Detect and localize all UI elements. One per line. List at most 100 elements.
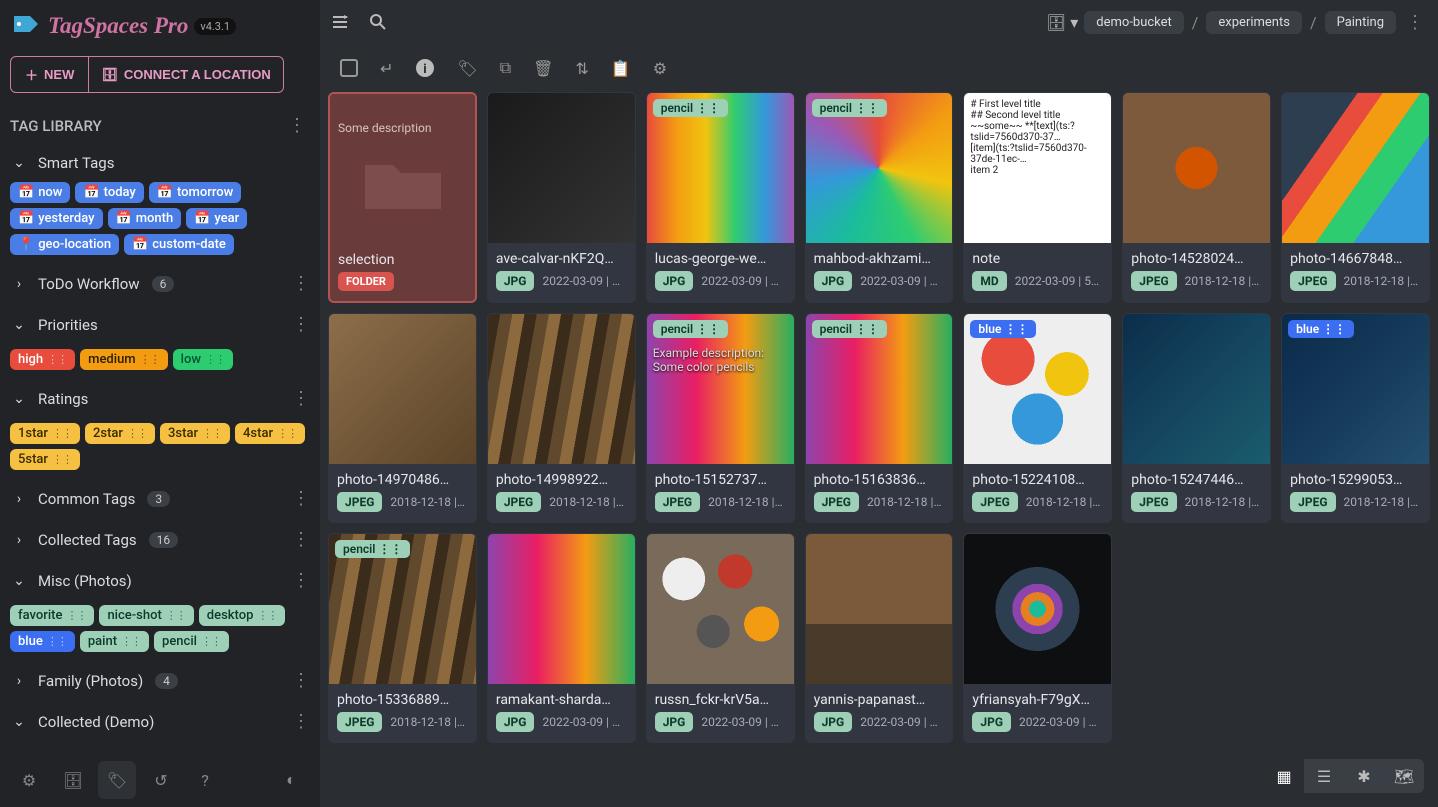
misc-tag[interactable]: desktop⋮⋮ [199, 605, 286, 626]
breadcrumb-item[interactable]: Painting [1325, 11, 1396, 34]
thumbnail [1123, 314, 1270, 464]
priorities-more-icon[interactable]: ⋮ [288, 310, 314, 339]
file-card[interactable]: yfriansyah-F79gX… JPG 2022-03-09 | 1.… [963, 533, 1112, 743]
sort-icon[interactable]: ⇅ [575, 59, 588, 78]
group-collected-demo[interactable]: ⌄ Collected (Demo) [12, 713, 154, 731]
file-card[interactable]: photo-14970486… JPEG 2018-12-18 | 59… [328, 313, 477, 523]
breadcrumb-more-icon[interactable]: ⋮ [1402, 8, 1428, 37]
menu-collapse-icon[interactable] [330, 12, 350, 32]
smart-tag[interactable]: 📅year [186, 208, 247, 229]
file-card[interactable]: russn_fckr-krV5a… JPG 2022-03-09 | 1.… [646, 533, 795, 743]
card-tag[interactable]: pencil⋮⋮ [653, 99, 728, 117]
card-tag[interactable]: pencil⋮⋮ [812, 99, 887, 117]
map-view-icon[interactable]: 🗺 [1384, 759, 1424, 793]
file-card[interactable]: ramakant-sharda… JPG 2022-03-09 | 80… [487, 533, 636, 743]
theme-toggle-icon[interactable]: ◐ [272, 761, 310, 799]
common-more-icon[interactable]: ⋮ [288, 484, 314, 513]
tag-library-more-icon[interactable]: ⋮ [284, 111, 310, 140]
priority-tag[interactable]: medium⋮⋮ [80, 349, 167, 370]
file-card[interactable]: photo-14998922… JPEG 2018-12-18 | 40… [487, 313, 636, 523]
file-card[interactable]: yannis-papanast… JPG 2022-03-09 | 2.8… [805, 533, 954, 743]
card-tag[interactable]: blue⋮⋮ [970, 320, 1036, 338]
location-icon[interactable]: 🗄 ▾ [1046, 13, 1078, 32]
smart-tag[interactable]: 📅custom-date [124, 234, 234, 255]
delete-icon[interactable]: 🗑 [533, 59, 553, 78]
history-nav-icon[interactable]: ↺ [142, 761, 180, 799]
file-card[interactable]: pencil⋮⋮ mahbod-akhzami… JPG 2022-03-09 … [805, 92, 954, 303]
copy-icon[interactable]: ⧉ [500, 58, 511, 78]
aperture-view-icon[interactable]: ✱ [1344, 759, 1384, 793]
list-view-icon[interactable]: ☰ [1304, 759, 1344, 793]
ratings-more-icon[interactable]: ⋮ [288, 384, 314, 413]
tags-nav-icon[interactable]: 🏷 [98, 761, 136, 799]
clipboard-icon[interactable]: 📋 [611, 59, 631, 78]
file-card[interactable]: pencil⋮⋮ photo-15336889… JPEG 2018-12-18… [328, 533, 477, 743]
tag-action-icon[interactable]: 🏷 [457, 59, 477, 78]
group-family-photos[interactable]: › Family (Photos) 4 [12, 672, 178, 690]
file-card[interactable]: photo-14528024… JPEG 2018-12-18 | 55… [1122, 92, 1271, 303]
misc-more-icon[interactable]: ⋮ [288, 566, 314, 595]
card-tag[interactable]: blue⋮⋮ [1288, 320, 1354, 338]
misc-tag[interactable]: paint⋮⋮ [80, 631, 149, 652]
rating-tag[interactable]: 2star⋮⋮ [85, 423, 155, 444]
collected-more-icon[interactable]: ⋮ [288, 525, 314, 554]
card-tag[interactable]: pencil⋮⋮ [653, 320, 728, 338]
smart-tag[interactable]: 📍geo-location [10, 234, 119, 255]
misc-tag[interactable]: blue⋮⋮ [10, 631, 75, 652]
priority-tag[interactable]: high⋮⋮ [10, 349, 75, 370]
settings-icon[interactable]: ⚙ [10, 761, 48, 799]
gear-icon[interactable]: ⚙ [653, 59, 667, 78]
search-icon[interactable] [368, 12, 388, 32]
help-nav-icon[interactable]: ? [186, 761, 224, 799]
new-button[interactable]: ＋ NEW [10, 56, 89, 93]
thumbnail: # First level title## Second level title… [964, 93, 1111, 243]
file-card[interactable]: photo-15247446… JPEG 2018-12-18 | 38… [1122, 313, 1271, 523]
smart-tag[interactable]: 📅now [10, 182, 70, 203]
misc-tag[interactable]: favorite⋮⋮ [10, 605, 94, 626]
file-meta: 2022-03-09 | 80… [542, 715, 626, 729]
rating-tag[interactable]: 4star⋮⋮ [235, 423, 305, 444]
demo-more-icon[interactable]: ⋮ [288, 707, 314, 736]
file-card[interactable]: blue⋮⋮ photo-15224108… JPEG 2018-12-18 |… [963, 313, 1112, 523]
file-card[interactable]: pencil⋮⋮ lucas-george-we… JPG 2022-03-09… [646, 92, 795, 303]
card-tag[interactable]: pencil⋮⋮ [812, 320, 887, 338]
rating-tag[interactable]: 1star⋮⋮ [10, 423, 80, 444]
file-card[interactable]: pencil⋮⋮ photo-15163836… JPEG 2018-12-18… [805, 313, 954, 523]
misc-tag[interactable]: pencil⋮⋮ [154, 631, 229, 652]
back-icon[interactable]: ↵ [380, 59, 393, 78]
grid-view-icon[interactable]: ▦ [1264, 759, 1304, 793]
todo-more-icon[interactable]: ⋮ [288, 269, 314, 298]
info-icon[interactable]: i [415, 58, 435, 78]
misc-tag[interactable]: nice-shot⋮⋮ [99, 605, 193, 626]
group-smart-tags[interactable]: ⌄ Smart Tags [12, 154, 114, 172]
breadcrumb-item[interactable]: experiments [1206, 11, 1302, 34]
file-card[interactable]: pencil⋮⋮Example description: Some color … [646, 313, 795, 523]
rating-tag[interactable]: 3star⋮⋮ [160, 423, 230, 444]
smart-tag[interactable]: 📅yesterday [10, 208, 103, 229]
select-all-checkbox[interactable] [340, 59, 358, 77]
file-name: ramakant-sharda… [488, 684, 635, 712]
smart-tag[interactable]: 📅today [75, 182, 143, 203]
smart-tag[interactable]: 📅month [108, 208, 182, 229]
group-misc-photos[interactable]: ⌄ Misc (Photos) [12, 572, 132, 590]
group-priorities[interactable]: ⌄ Priorities [12, 316, 98, 334]
rating-tag[interactable]: 5star⋮⋮ [10, 449, 80, 470]
smart-tag[interactable]: 📅tomorrow [149, 182, 242, 203]
briefcase-nav-icon[interactable]: 🗄 [54, 761, 92, 799]
ext-badge: JPG [496, 712, 535, 732]
ext-badge: JPG [655, 271, 694, 291]
card-tag[interactable]: pencil⋮⋮ [335, 540, 410, 558]
group-todo[interactable]: › ToDo Workflow 6 [12, 275, 174, 293]
family-more-icon[interactable]: ⋮ [288, 666, 314, 695]
group-collected-tags[interactable]: › Collected Tags 16 [12, 531, 178, 549]
file-card[interactable]: blue⋮⋮ photo-15299053… JPEG 2018-12-18 |… [1281, 313, 1430, 523]
group-ratings[interactable]: ⌄ Ratings [12, 390, 88, 408]
breadcrumb-item[interactable]: demo-bucket [1084, 11, 1184, 34]
connect-location-button[interactable]: 🗄 CONNECT A LOCATION [89, 56, 283, 93]
file-card[interactable]: photo-14667848… JPEG 2018-12-18 | 78… [1281, 92, 1430, 303]
file-card[interactable]: Some description selection FOLDER [328, 92, 477, 303]
file-card[interactable]: ave-calvar-nKF2Q… JPG 2022-03-09 | 2.9… [487, 92, 636, 303]
priority-tag[interactable]: low⋮⋮ [173, 349, 233, 370]
group-common-tags[interactable]: › Common Tags 3 [12, 490, 170, 508]
file-card[interactable]: # First level title## Second level title… [963, 92, 1112, 303]
